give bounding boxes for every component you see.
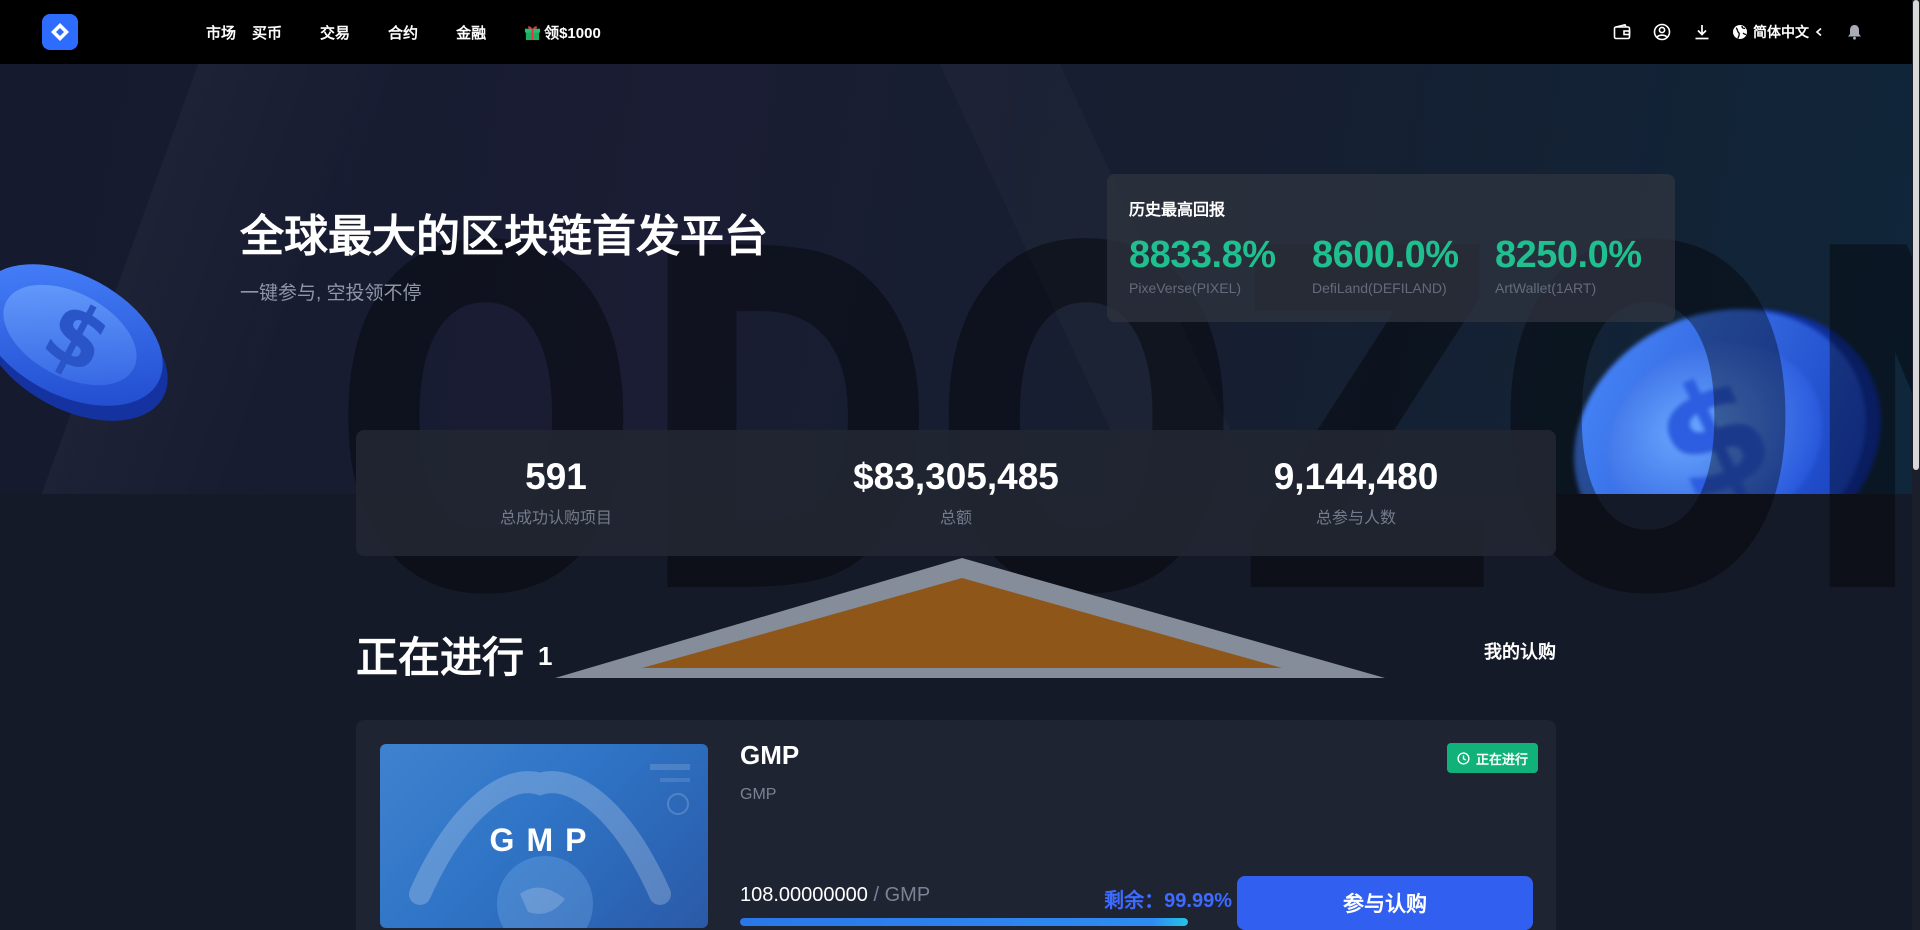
price-value: 108.00000000 xyxy=(740,884,868,906)
page-scrollbar[interactable] xyxy=(1912,0,1920,930)
progress-fill xyxy=(740,918,1188,926)
hero-title: 全球最大的区块链首发平台 xyxy=(240,212,768,261)
project-card[interactable]: GMP GMP GMP 正在进行 108.00000000 / GMP 剩余：9… xyxy=(356,720,1556,930)
return-project-name: PixeVerse(PIXEL) xyxy=(1129,280,1242,296)
globe-icon xyxy=(1733,25,1747,39)
nav-promo-label: 领$1000 xyxy=(544,24,601,42)
nav-right-tools: 简体中文 xyxy=(1612,0,1864,64)
main-nav: 市场 买币 交易 合约 金融 领$1000 xyxy=(206,0,601,64)
project-image[interactable]: GMP xyxy=(380,744,708,928)
my-subscriptions-link[interactable]: 我的认购 xyxy=(1484,638,1556,664)
hero-subtitle: 一键参与, 空投领不停 xyxy=(240,283,422,304)
dollar-coin-left-icon: $ xyxy=(0,264,168,421)
arrow-decoration xyxy=(555,558,1385,678)
nav-trade[interactable]: 交易 xyxy=(320,22,350,43)
progress-bar xyxy=(740,918,1188,926)
nav-promo[interactable]: 领$1000 xyxy=(524,22,601,43)
return-value: 8600.0% xyxy=(1312,234,1459,276)
nav-finance[interactable]: 金融 xyxy=(456,22,486,43)
return-value: 8833.8% xyxy=(1129,234,1276,276)
return-item[interactable]: 8250.0% ArtWallet(1ART) xyxy=(1495,234,1670,296)
wallet-icon[interactable] xyxy=(1612,22,1632,42)
remaining-percent: 剩余：99.99% xyxy=(1104,890,1232,912)
return-project-name: ArtWallet(1ART) xyxy=(1495,280,1597,296)
clock-icon xyxy=(1457,751,1470,765)
top-navbar: 市场 买币 交易 合约 金融 领$1000 简体中文 xyxy=(0,0,1920,64)
platform-stats: 591 总成功认购项目 $83,305,485 总额 9,144,480 总参与… xyxy=(356,430,1556,556)
user-icon[interactable] xyxy=(1652,22,1672,42)
return-value: 8250.0% xyxy=(1495,234,1642,276)
stat-label: 总成功认购项目 xyxy=(499,510,612,527)
top-returns-card: 历史最高回报 8833.8% PixeVerse(PIXEL) 8600.0% … xyxy=(1107,174,1675,322)
section-title: 正在进行 xyxy=(356,634,525,681)
stat-value: $83,305,485 xyxy=(853,456,1059,497)
logo-icon[interactable] xyxy=(42,14,78,50)
project-image-label: GMP xyxy=(489,822,599,858)
stat-value: 9,144,480 xyxy=(1273,456,1439,497)
section-count: 1 xyxy=(538,641,553,671)
status-badge: 正在进行 xyxy=(1447,743,1539,773)
chevron-left-icon xyxy=(1815,27,1822,37)
language-label: 简体中文 xyxy=(1753,24,1809,40)
stat-value: 591 xyxy=(525,456,587,497)
gift-icon xyxy=(525,25,541,40)
subscribe-button[interactable]: 参与认购 xyxy=(1237,876,1533,930)
language-selector[interactable]: 简体中文 xyxy=(1732,22,1824,42)
project-price: 108.00000000 / GMP xyxy=(740,884,930,907)
project-name[interactable]: GMP xyxy=(740,740,799,771)
scrollbar-thumb[interactable] xyxy=(1913,0,1919,470)
return-project-name: DefiLand(DEFILAND) xyxy=(1312,280,1447,296)
project-symbol: GMP xyxy=(740,786,777,803)
stat-projects: 591 总成功认购项目 xyxy=(356,430,756,556)
bell-icon[interactable] xyxy=(1844,22,1864,42)
return-item[interactable]: 8833.8% PixeVerse(PIXEL) xyxy=(1129,234,1304,296)
download-icon[interactable] xyxy=(1692,22,1712,42)
stat-total-amount: $83,305,485 总额 xyxy=(756,430,1156,556)
nav-buy-crypto[interactable]: 买币 xyxy=(252,22,282,43)
nav-market[interactable]: 市场 xyxy=(206,22,236,43)
return-item[interactable]: 8600.0% DefiLand(DEFILAND) xyxy=(1312,234,1487,296)
stat-participants: 9,144,480 总参与人数 xyxy=(1156,430,1556,556)
price-unit: / GMP xyxy=(873,884,931,906)
nav-futures[interactable]: 合约 xyxy=(388,22,418,43)
stat-label: 总参与人数 xyxy=(1315,510,1396,527)
status-text: 正在进行 xyxy=(1476,751,1529,767)
stat-label: 总额 xyxy=(939,510,972,527)
top-returns-title: 历史最高回报 xyxy=(1129,202,1226,219)
